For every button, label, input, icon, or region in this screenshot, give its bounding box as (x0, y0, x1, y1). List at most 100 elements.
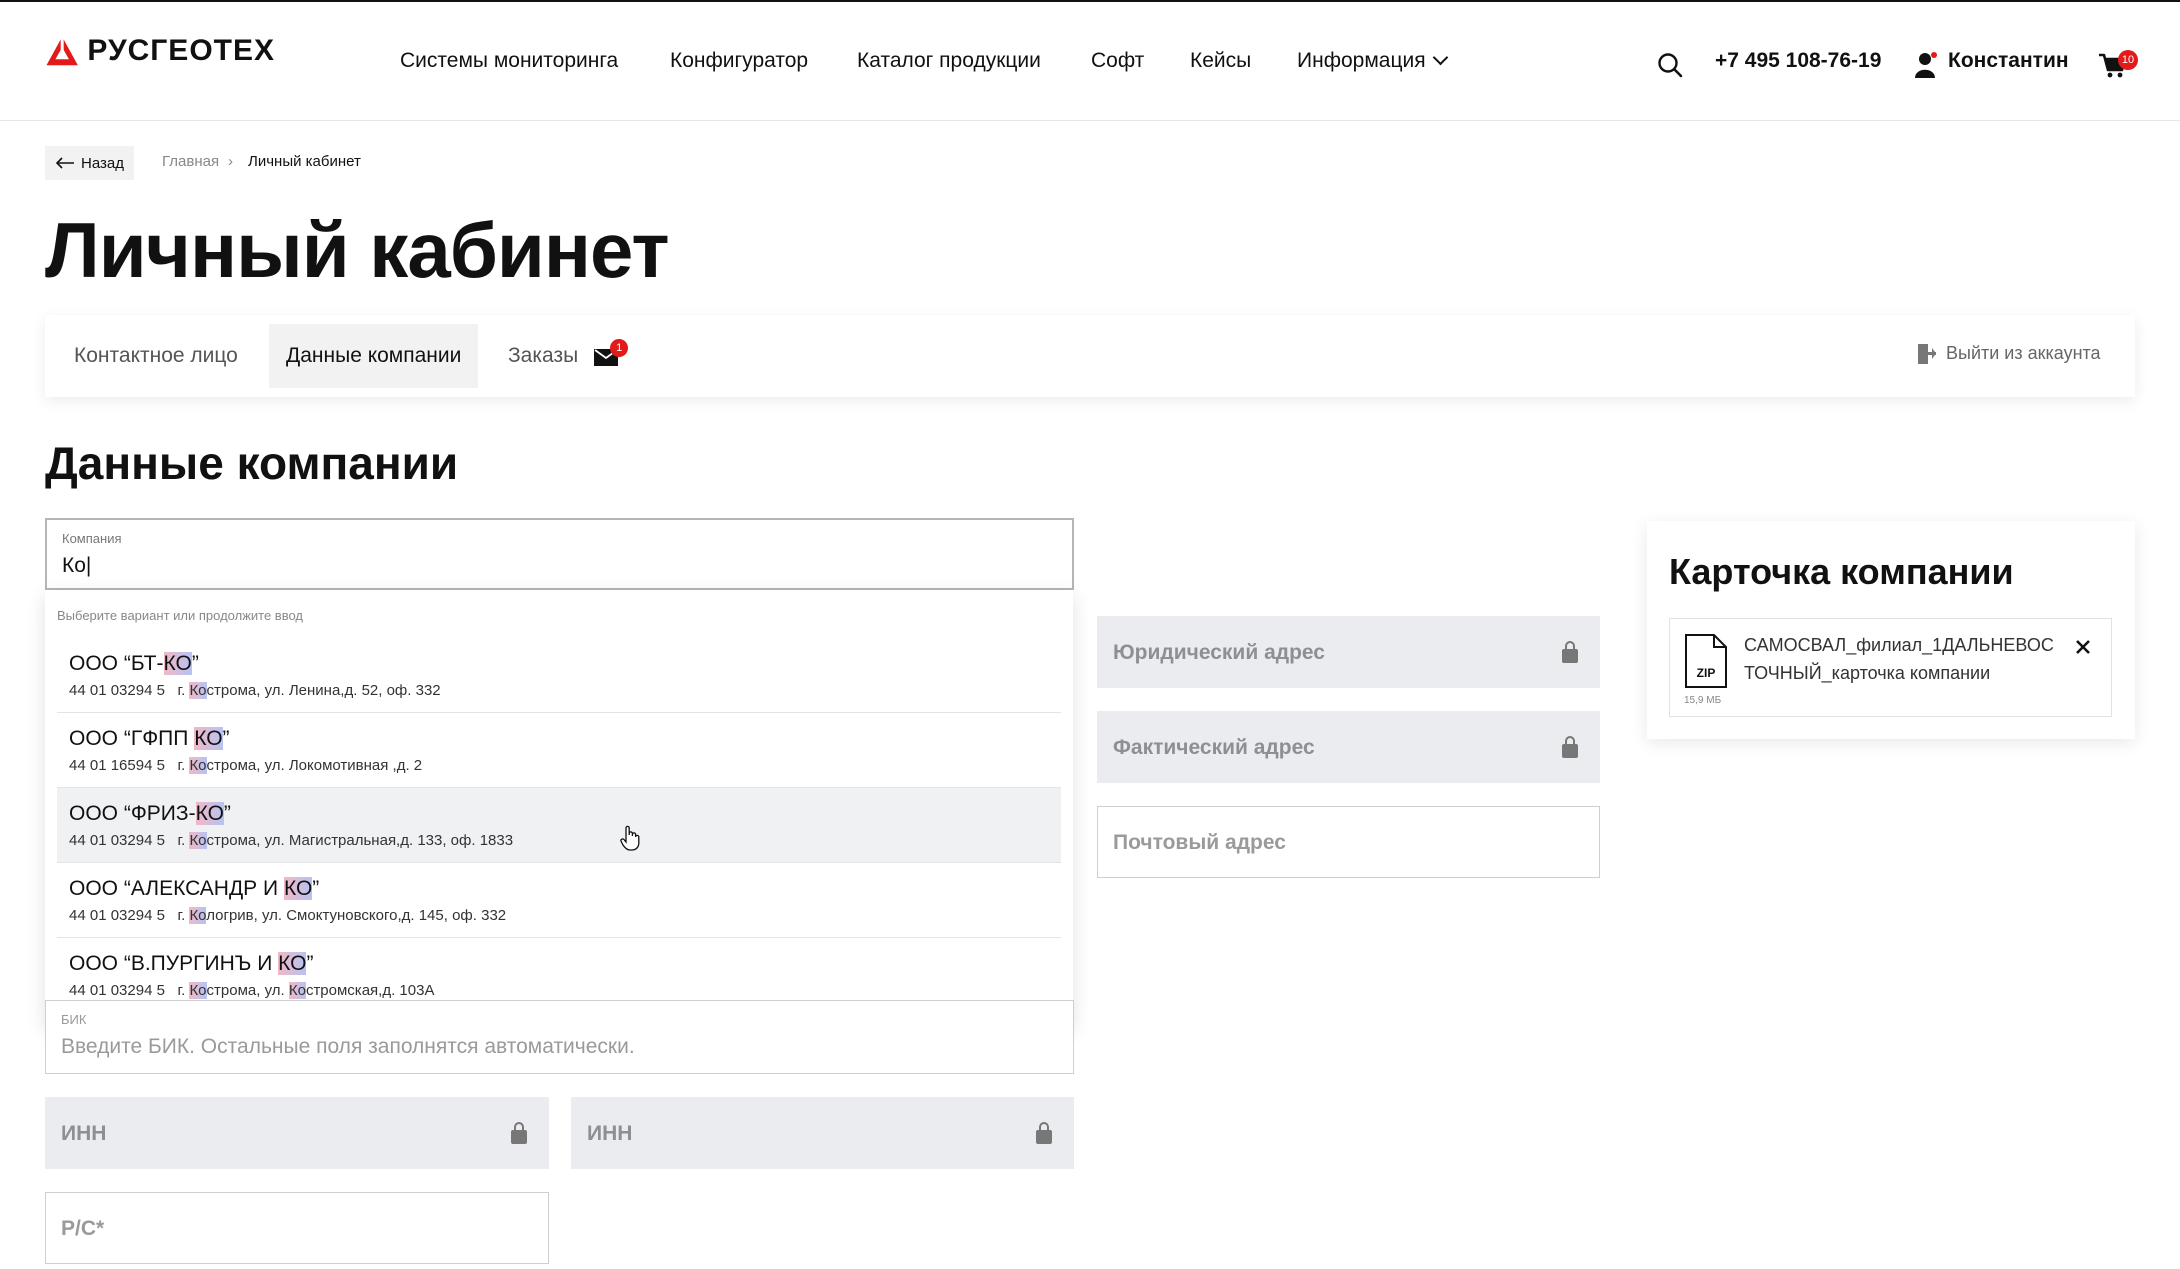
suggestion-name-text: ” (222, 727, 230, 750)
suggestion-name: ООО “ФРИЗ-КО” (69, 802, 231, 826)
back-button[interactable]: Назад (45, 146, 134, 180)
suggestion-details: 44 01 03294 5 г. Кологрив, ул. Смоктунов… (69, 907, 506, 924)
match-highlight: Ко (189, 682, 207, 699)
zip-file-icon: ZIP (1685, 634, 1727, 688)
user-icon[interactable] (1915, 52, 1937, 78)
suggestion-code: 44 01 16594 5 (69, 757, 165, 774)
rs-field[interactable]: Р/С* (45, 1192, 549, 1264)
inn-label-2: ИНН (587, 1122, 633, 1145)
dropdown-hint: Выберите вариант или продолжите ввод (57, 608, 303, 623)
hand-cursor-icon (620, 825, 640, 851)
company-card-panel: Карточка компании ZIP 15,9 МБ САМОСВАЛ_ф… (1647, 521, 2135, 739)
close-icon[interactable] (2075, 639, 2091, 655)
suggestion-name-text: ООО “ГФПП (69, 727, 195, 750)
nav-monitoring-systems[interactable]: Системы мониторинга (400, 49, 618, 73)
arrow-left-icon (55, 157, 74, 169)
suggestion-address-text: логрив, ул. Смоктуновского,д. 145, оф. 3… (206, 907, 507, 924)
suggestion-item[interactable]: ООО “БТ-КО” 44 01 03294 5 г. Кострома, у… (57, 638, 1061, 713)
suggestion-address-text: г. (177, 832, 190, 849)
breadcrumb-current: Личный кабинет (248, 153, 361, 170)
user-name[interactable]: Константин (1948, 49, 2069, 73)
chevron-down-icon (1432, 49, 1448, 66)
suggestion-name-text: ” (312, 877, 320, 900)
suggestion-name-text: ООО “БТ- (69, 652, 164, 675)
search-icon[interactable] (1657, 52, 1683, 78)
suggestion-address-text: строма, ул. Ленина,д. 52, оф. 332 (206, 682, 441, 699)
match-highlight: Ко (189, 757, 207, 774)
tab-orders[interactable]: Заказы 1 (491, 324, 635, 388)
suggestion-address-text: г. (177, 682, 190, 699)
match-highlight: КО (283, 877, 313, 900)
suggestion-address-text: строма, ул. (206, 982, 289, 999)
actual-address-label: Фактический адрес (1113, 736, 1315, 759)
match-highlight: Ко (189, 982, 207, 999)
breadcrumb-separator-icon: › (228, 153, 233, 170)
suggestion-name: ООО “АЛЕКСАНДР И КО” (69, 877, 319, 901)
match-highlight: Ко (288, 982, 306, 999)
suggestion-name-text: ООО “АЛЕКСАНДР И (69, 877, 284, 900)
suggestion-name-text: ” (306, 952, 314, 975)
account-tabs: Контактное лицо Данные компании Заказы 1 (45, 315, 2135, 397)
orders-badge: 1 (610, 338, 629, 357)
suggestion-name: ООО “ГФПП КО” (69, 727, 230, 751)
actual-address-field: Фактический адрес (1097, 711, 1600, 783)
suggestion-address-text: г. (177, 757, 190, 774)
tab-orders-label: Заказы (508, 344, 579, 367)
suggestion-address-text: стромская,д. 103А (305, 982, 435, 999)
suggestion-code: 44 01 03294 5 (69, 832, 165, 849)
nav-information[interactable]: Информация (1297, 49, 1448, 73)
tab-contact-person-label: Контактное лицо (74, 344, 238, 367)
logout-link[interactable]: Выйти из аккаунта (1918, 343, 2101, 364)
match-highlight: КО (195, 802, 224, 825)
logo[interactable]: РУСГЕОТЕХ (45, 27, 275, 75)
tab-company-data-label: Данные компании (286, 344, 462, 367)
tab-contact-person[interactable]: Контактное лицо (57, 324, 255, 388)
company-input-value: Ко| (62, 554, 92, 577)
suggestion-code: 44 01 03294 5 (69, 907, 165, 924)
company-suggestions-dropdown: Выберите вариант или продолжите ввод ООО… (45, 590, 1073, 1026)
logout-label: Выйти из аккаунта (1946, 343, 2101, 363)
mail-icon: 1 (594, 338, 629, 366)
nav-catalog[interactable]: Каталог продукции (857, 49, 1041, 73)
bik-label: БИК (61, 1012, 87, 1027)
postal-address-field[interactable]: Почтовый адрес (1097, 806, 1600, 878)
tab-company-data[interactable]: Данные компании (269, 324, 479, 388)
site-header: РУСГЕОТЕХ Системы мониторинга Конфигурат… (0, 0, 2180, 121)
rs-placeholder: Р/С* (61, 1217, 105, 1240)
postal-address-placeholder: Почтовый адрес (1113, 831, 1286, 854)
company-input[interactable]: Компания Ко| (45, 518, 1074, 590)
suggestion-address-text: г. (177, 982, 190, 999)
inn-label-1: ИНН (61, 1122, 107, 1145)
suggestion-address-text: г. (177, 907, 190, 924)
nav-cases[interactable]: Кейсы (1190, 49, 1251, 73)
back-label: Назад (81, 154, 124, 172)
suggestion-name-text: ” (223, 802, 231, 825)
bik-field[interactable]: БИК Введите БИК. Остальные поля заполнят… (45, 1000, 1074, 1074)
match-highlight: КО (163, 652, 192, 675)
suggestion-name: ООО “В.ПУРГИНЪ И КО” (69, 952, 313, 976)
suggestion-name-text: ” (191, 652, 199, 675)
company-card-title: Карточка компании (1669, 551, 2014, 592)
section-title: Данные компании (45, 437, 459, 489)
lock-icon (511, 1122, 527, 1144)
cart-count-badge: 10 (2118, 50, 2138, 70)
suggestion-item[interactable]: ООО “ГФПП КО” 44 01 16594 5 г. Кострома,… (57, 713, 1061, 788)
suggestion-item[interactable]: ООО “АЛЕКСАНДР И КО” 44 01 03294 5 г. Ко… (57, 863, 1061, 938)
match-highlight: КО (278, 952, 307, 975)
company-input-label: Компания (62, 531, 122, 546)
suggestion-name: ООО “БТ-КО” (69, 652, 199, 676)
suggestion-item-hovered[interactable]: ООО “ФРИЗ-КО” 44 01 03294 5 г. Кострома,… (57, 788, 1061, 863)
attached-file[interactable]: ZIP 15,9 МБ САМОСВАЛ_филиал_1ДАЛЬНЕВОС Т… (1669, 618, 2112, 717)
inn-field-2: ИНН (571, 1097, 1074, 1169)
suggestion-name-text: ООО “ФРИЗ- (69, 802, 196, 825)
nav-configurator[interactable]: Конфигуратор (670, 49, 808, 73)
bik-placeholder: Введите БИК. Остальные поля заполнятся а… (61, 1035, 635, 1058)
phone-number[interactable]: +7 495 108-76-19 (1715, 49, 1881, 73)
suggestion-address-text: строма, ул. Магистральная,д. 133, оф. 18… (206, 832, 514, 849)
nav-information-label: Информация (1297, 49, 1426, 72)
suggestion-address-text: строма, ул. Локомотивная ,д. 2 (206, 757, 423, 774)
file-type-label: ZIP (1697, 666, 1716, 680)
breadcrumb-home[interactable]: Главная (162, 153, 219, 170)
nav-software[interactable]: Софт (1091, 49, 1144, 73)
suggestion-code: 44 01 03294 5 (69, 982, 165, 999)
